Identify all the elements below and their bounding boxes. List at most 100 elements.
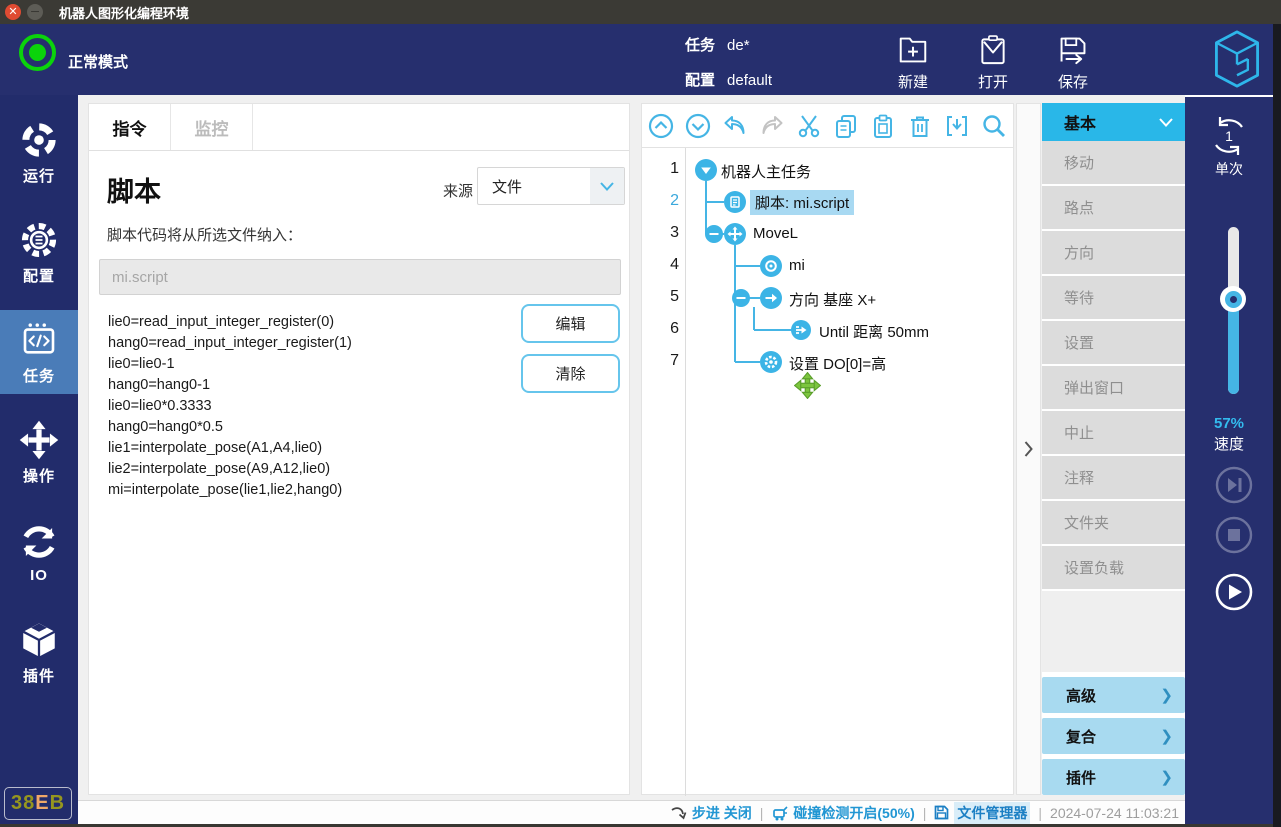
drop-indicator-icon xyxy=(794,372,821,399)
script-file-input[interactable] xyxy=(99,259,621,295)
titlebar: ✕ ─ 机器人图形化编程环境 xyxy=(0,0,1281,24)
move-up-icon[interactable] xyxy=(648,113,674,139)
tab-monitor[interactable]: 监控 xyxy=(171,104,253,150)
palette-item-popup[interactable]: 弹出窗口 xyxy=(1042,366,1185,409)
step-button[interactable] xyxy=(1214,465,1254,505)
collapse-node-icon[interactable] xyxy=(732,289,750,307)
clear-button[interactable]: 清除 xyxy=(521,354,620,393)
sidebar-item-run[interactable]: 运行 xyxy=(0,110,78,194)
until-node-icon[interactable] xyxy=(791,320,811,340)
speed-slider-handle[interactable] xyxy=(1220,286,1246,312)
row-number: 7 xyxy=(642,352,679,370)
palette-item-set[interactable]: 设置 xyxy=(1042,321,1185,364)
palette-group-plugin[interactable]: 插件❯ xyxy=(1042,759,1185,795)
waypoint-node-icon[interactable] xyxy=(760,255,782,277)
tree-row[interactable]: mi xyxy=(789,257,805,274)
task-row: 任务de* xyxy=(685,34,750,55)
task-value: de* xyxy=(727,37,750,54)
movel-node-icon[interactable] xyxy=(724,223,746,245)
brand-logo-icon xyxy=(1211,28,1263,90)
undo-icon[interactable] xyxy=(722,113,748,139)
tree-row[interactable]: Until 距离 50mm xyxy=(819,321,929,342)
collision-status[interactable]: 碰撞检测开启(50%) xyxy=(771,803,914,823)
close-icon[interactable]: ✕ xyxy=(5,4,21,20)
tree-row[interactable]: 设置 DO[0]=高 xyxy=(789,353,886,374)
minimize-icon[interactable]: ─ xyxy=(27,4,43,20)
tree-row[interactable]: 方向 基座 X+ xyxy=(789,289,876,310)
sidebar-item-operate[interactable]: 操作 xyxy=(0,410,78,494)
tree-row[interactable]: 机器人主任务 xyxy=(721,161,811,182)
search-icon[interactable] xyxy=(981,113,1007,139)
source-dropdown[interactable]: 文件 xyxy=(477,167,625,205)
step-icon xyxy=(671,806,687,820)
io-cycle-icon xyxy=(18,521,60,563)
collapse-node-icon[interactable] xyxy=(705,225,723,243)
divider: | xyxy=(1038,805,1042,821)
tab-instruction[interactable]: 指令 xyxy=(89,104,171,150)
code-line: hang0=read_input_integer_register(1) xyxy=(108,333,352,354)
panel-expander[interactable] xyxy=(1016,103,1041,795)
single-run-toggle[interactable]: 1 单次 xyxy=(1185,115,1273,179)
divider: | xyxy=(923,805,927,821)
svg-text:1: 1 xyxy=(1225,128,1233,144)
delete-icon[interactable] xyxy=(907,113,933,139)
window-title: 机器人图形化编程环境 xyxy=(59,3,189,22)
expand-node-icon[interactable] xyxy=(695,159,717,181)
config-value: default xyxy=(727,72,772,89)
palette-item-direction[interactable]: 方向 xyxy=(1042,231,1185,274)
sidebar-item-io[interactable]: IO xyxy=(0,510,78,594)
right-control-bar: 1 单次 57% 速度 xyxy=(1185,95,1273,827)
palette-item-payload[interactable]: 设置负载 xyxy=(1042,546,1185,589)
collapse-icon[interactable] xyxy=(944,113,970,139)
stop-button[interactable] xyxy=(1214,515,1254,555)
chevron-down-icon xyxy=(590,168,624,204)
direction-node-icon[interactable] xyxy=(760,287,782,309)
palette-item-folder[interactable]: 文件夹 xyxy=(1042,501,1185,544)
redo-icon[interactable] xyxy=(759,113,785,139)
play-button[interactable] xyxy=(1214,572,1254,612)
palette-group-composite[interactable]: 复合❯ xyxy=(1042,718,1185,754)
sidebar-item-plugin[interactable]: 插件 xyxy=(0,610,78,694)
script-node-icon[interactable] xyxy=(724,191,746,213)
paste-icon[interactable] xyxy=(870,113,896,139)
row-number: 3 xyxy=(642,224,679,242)
page-title: 脚本 xyxy=(107,170,161,209)
set-node-icon[interactable] xyxy=(760,351,782,373)
file-manager-icon xyxy=(934,805,949,820)
tree-toolbar xyxy=(642,104,1013,148)
window-right-border xyxy=(1273,24,1281,827)
palette-item-move[interactable]: 移动 xyxy=(1042,141,1185,184)
palette-item-comment[interactable]: 注释 xyxy=(1042,456,1185,499)
row-number: 6 xyxy=(642,320,679,338)
row-number: 1 xyxy=(642,160,679,178)
file-manager-button[interactable]: 文件管理器 xyxy=(934,802,1030,824)
palette-item-waypoint[interactable]: 路点 xyxy=(1042,186,1185,229)
code-line: lie0=lie0*0.3333 xyxy=(108,396,352,417)
save-button[interactable]: 保存 xyxy=(1041,32,1105,92)
code-window-icon xyxy=(18,319,60,361)
cut-icon[interactable] xyxy=(796,113,822,139)
new-task-button[interactable]: 新建 xyxy=(881,32,945,92)
open-button[interactable]: 打开 xyxy=(961,32,1025,92)
sidebar-item-task[interactable]: 任务 xyxy=(0,310,78,394)
move-down-icon[interactable] xyxy=(685,113,711,139)
chevron-right-icon: ❯ xyxy=(1160,727,1185,745)
palette-group-advanced[interactable]: 高级❯ xyxy=(1042,677,1185,713)
sidebar-item-config[interactable]: 配置 xyxy=(0,210,78,294)
tree-row-selected[interactable]: 脚本: mi.script xyxy=(750,190,854,215)
left-sidebar: 运行 配置 任务 xyxy=(0,95,78,827)
palette-header-basic[interactable]: 基本 xyxy=(1042,103,1185,141)
chevron-right-icon: ❯ xyxy=(1160,686,1185,704)
tree-row[interactable]: MoveL xyxy=(753,225,798,242)
palette-item-abort[interactable]: 中止 xyxy=(1042,411,1185,454)
palette-item-wait[interactable]: 等待 xyxy=(1042,276,1185,319)
step-mode-status[interactable]: 步进 关闭 xyxy=(671,803,752,823)
edit-button[interactable]: 编辑 xyxy=(521,304,620,343)
row-number: 4 xyxy=(642,256,679,274)
config-row: 配置default xyxy=(685,69,772,90)
status-bar: 步进 关闭 | 碰撞检测开启(50%) | 文件管理器 | 2024-07-24… xyxy=(78,800,1185,824)
speed-slider-fill xyxy=(1228,299,1239,394)
new-folder-icon xyxy=(895,32,931,68)
collision-icon xyxy=(771,805,788,821)
copy-icon[interactable] xyxy=(833,113,859,139)
